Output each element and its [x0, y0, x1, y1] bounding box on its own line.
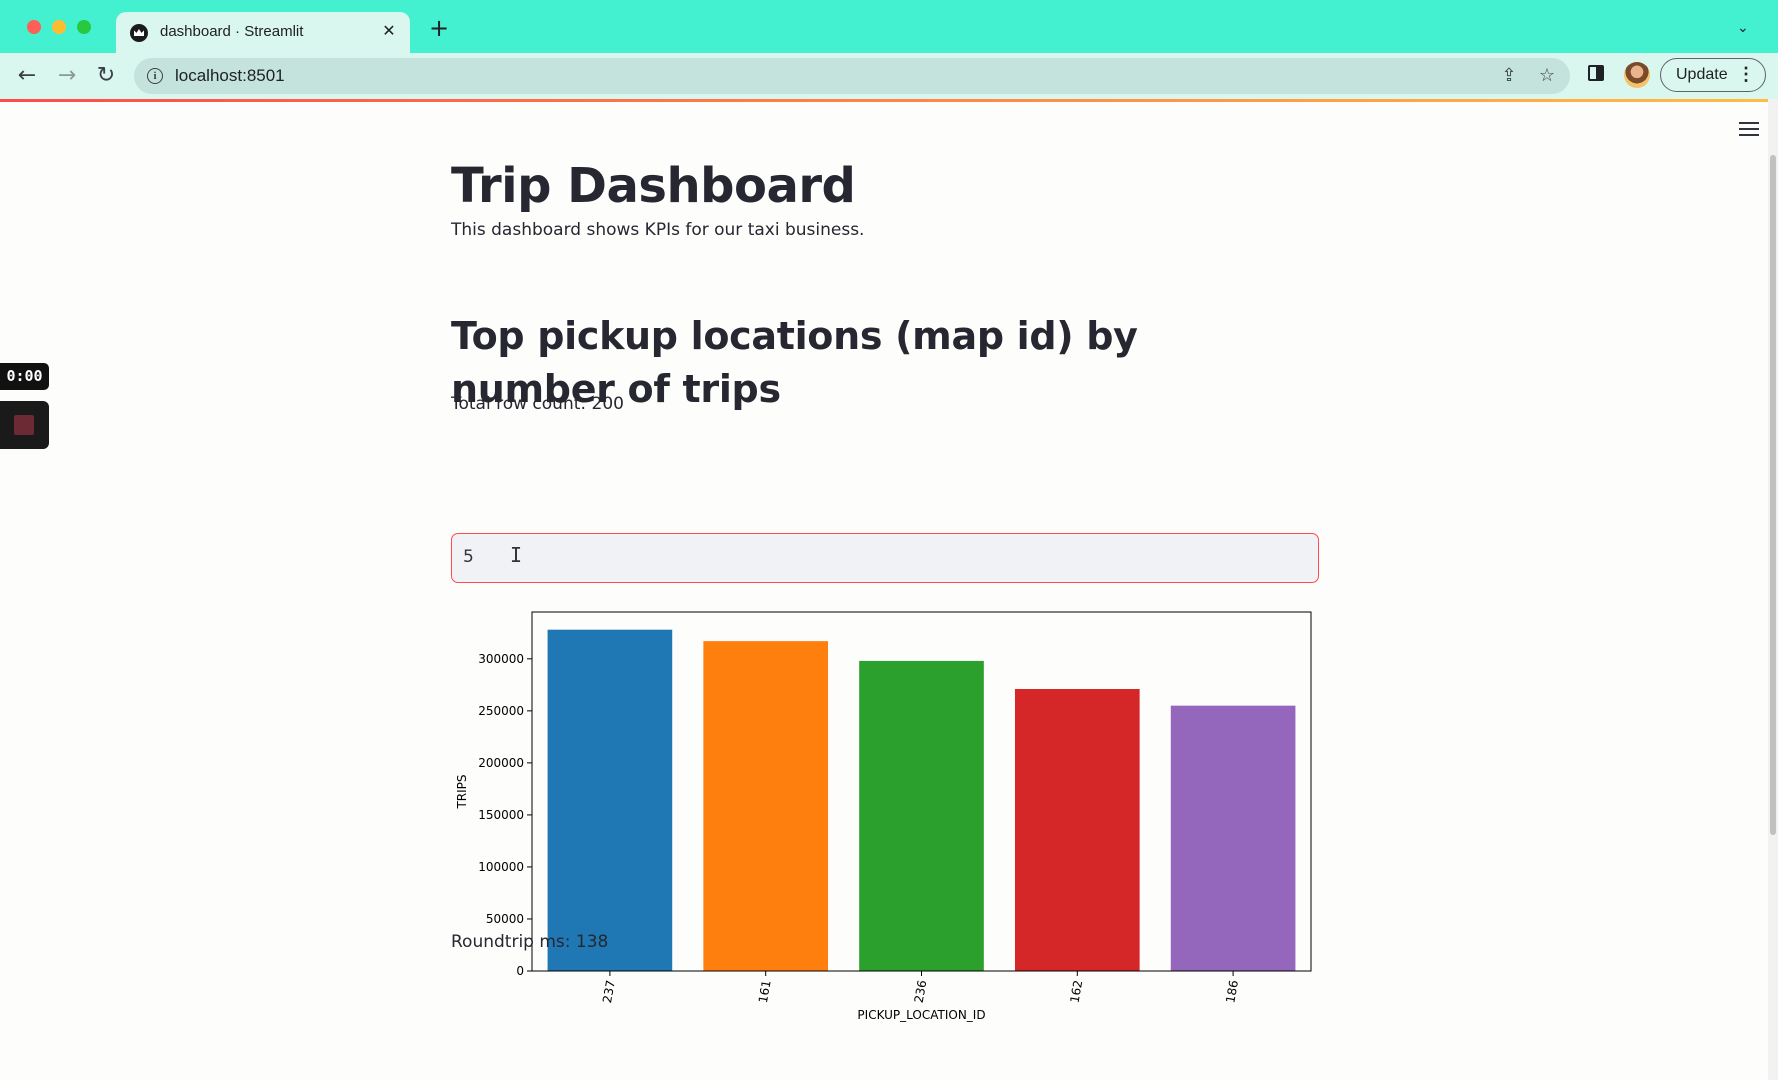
y-tick-label-100000: 100000: [478, 860, 524, 874]
bar-chart: 237 161 236 162 186 0 50000 100000 150000 200000 2…: [451, 599, 1319, 1029]
y-tick-label-0: 0: [516, 964, 524, 978]
roundtrip-text: Roundtrip ms: 138: [451, 932, 609, 952]
more-menu-icon[interactable]: ⋮: [1737, 64, 1755, 85]
address-url[interactable]: localhost:8501: [175, 66, 285, 86]
profile-avatar[interactable]: [1624, 62, 1650, 88]
streamlit-favicon-icon: [130, 24, 148, 42]
recording-timer: 0:00: [0, 363, 49, 390]
y-tick-label-200000: 200000: [478, 756, 524, 770]
share-icon[interactable]: ⇪: [1498, 64, 1520, 88]
y-tick-label-250000: 250000: [478, 704, 524, 718]
back-icon[interactable]: ←: [12, 61, 42, 91]
scrollbar-thumb[interactable]: [1770, 155, 1776, 835]
y-axis-label: TRIPS: [455, 774, 469, 809]
hamburger-menu-icon[interactable]: [1739, 121, 1759, 137]
window-zoom-button[interactable]: [77, 20, 91, 34]
y-tick-label-150000: 150000: [478, 808, 524, 822]
x-tick-label-162: 162: [1067, 979, 1085, 1004]
bar-237: [547, 629, 673, 971]
update-label: Update: [1676, 66, 1728, 83]
bar-162: [1014, 689, 1140, 971]
y-tick-label-50000: 50000: [486, 912, 524, 926]
intro-text: This dashboard shows KPIs for our taxi b…: [451, 220, 865, 240]
update-button[interactable]: Update ⋮: [1660, 58, 1766, 92]
top-n-number-input[interactable]: 5 I: [451, 533, 1319, 583]
browser-tab[interactable]: dashboard · Streamlit ✕: [116, 12, 410, 53]
x-tick-label-237: 237: [600, 979, 618, 1004]
bar-161: [703, 641, 829, 971]
window-minimize-button[interactable]: [52, 20, 66, 34]
info-icon[interactable]: i: [147, 68, 163, 84]
recording-stop-button[interactable]: [0, 401, 49, 449]
x-tick-label-161: 161: [756, 979, 774, 1004]
tab-close-icon[interactable]: ✕: [378, 20, 400, 42]
address-bar[interactable]: i localhost:8501 ⇪ ☆: [134, 58, 1570, 94]
x-tick-label-186: 186: [1223, 979, 1241, 1004]
streamlit-app: 0:00 Trip Dashboard This dashboard shows…: [0, 99, 1778, 1080]
x-axis-label: PICKUP_LOCATION_ID: [857, 1008, 985, 1022]
new-tab-icon[interactable]: +: [426, 15, 452, 41]
bar-chart-svg: 237 161 236 162 186 0 50000 100000 150000 200000 2…: [455, 611, 1312, 1022]
top-n-value[interactable]: 5: [463, 547, 474, 567]
bookmark-star-icon[interactable]: ☆: [1536, 64, 1558, 88]
reload-icon[interactable]: ↻: [91, 61, 121, 91]
bar-236: [859, 660, 984, 971]
x-tick-label-236: 236: [912, 979, 930, 1004]
bar-186: [1170, 705, 1296, 971]
tab-search-icon[interactable]: ⌄: [1737, 20, 1749, 36]
page-title: Trip Dashboard: [451, 158, 856, 214]
top-decoration-bar: [0, 99, 1778, 102]
y-tick-label-300000: 300000: [478, 652, 524, 666]
browser-titlebar: dashboard · Streamlit ✕ + ⌄: [0, 0, 1778, 53]
window-close-button[interactable]: [27, 20, 41, 34]
forward-icon[interactable]: →: [52, 61, 82, 91]
side-panel-icon[interactable]: [1588, 65, 1604, 81]
browser-toolbar: ← → ↻ i localhost:8501 ⇪ ☆ Update ⋮: [0, 53, 1778, 99]
stop-icon: [14, 415, 34, 435]
row-count-text: Total row count: 200: [451, 394, 624, 414]
text-cursor-icon: I: [510, 543, 523, 567]
tab-title: dashboard · Streamlit: [160, 23, 304, 40]
